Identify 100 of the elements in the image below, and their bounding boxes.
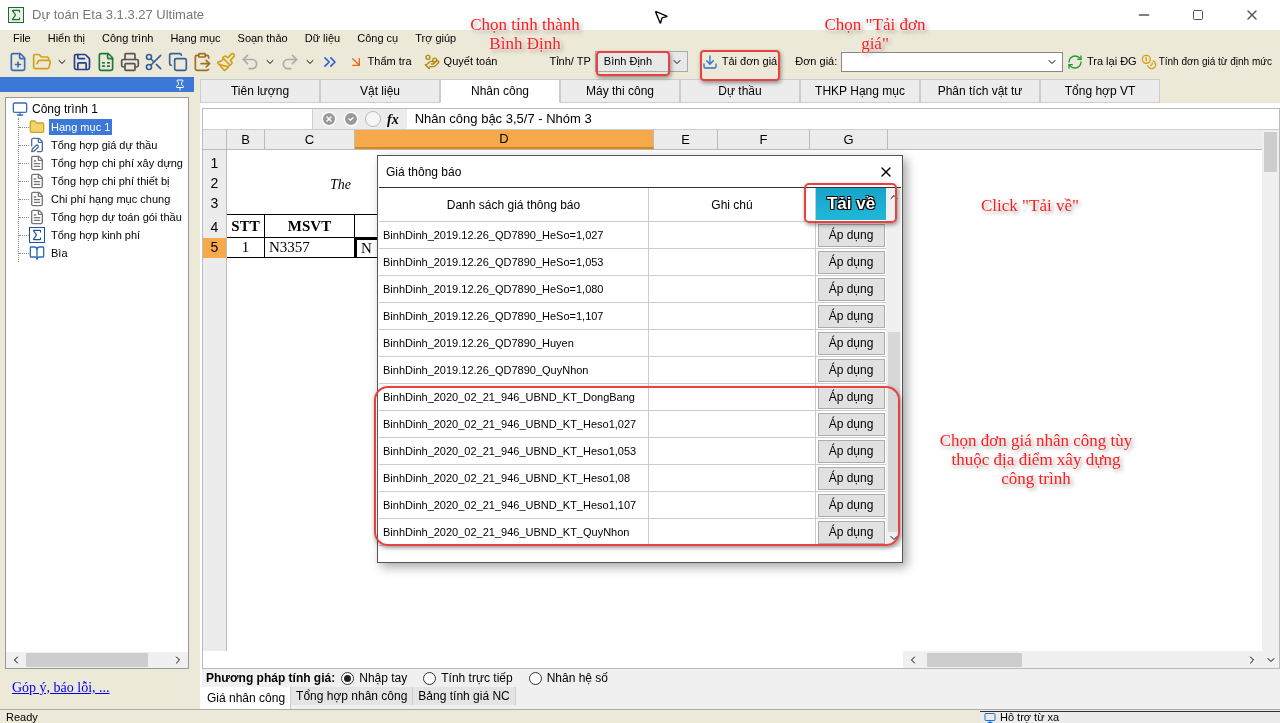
apply-button[interactable]: Áp dụng [817,439,885,463]
tab[interactable]: Dự thầu [680,79,800,103]
row-header[interactable]: 4 [203,214,227,238]
radio-option[interactable]: Nhập tay [341,669,408,687]
coins-icon [1140,53,1157,70]
tab[interactable]: Tổng hợp VT [1040,79,1160,103]
annotation-text: Click "Tải về" [980,196,1080,215]
tree-item[interactable]: Tổng hợp kinh phí [49,226,143,244]
apply-button[interactable]: Áp dụng [817,520,885,544]
apply-button[interactable]: Áp dụng [817,412,885,436]
pin-icon[interactable] [174,78,186,91]
save-icon[interactable] [71,51,92,72]
apply-button[interactable]: Áp dụng [817,304,885,328]
scrollbar-thumb[interactable] [1264,132,1277,172]
apply-button[interactable]: Áp dụng [817,277,885,301]
table-cell: MSVT [265,214,355,238]
menu-item[interactable]: Hạng mục [170,30,221,47]
paste-icon[interactable] [191,51,212,72]
restore-icon[interactable] [1192,9,1204,21]
menu-item[interactable]: Soạn thảo [237,30,288,47]
column-header[interactable]: E [654,130,718,149]
table-cell: BinhDinh_2019.12.26_QD7890_QuyNhon [379,357,649,383]
tab[interactable]: Phân tích vật tư [920,79,1040,103]
spreadsheet-icon[interactable] [95,51,116,72]
function-label[interactable]: fx [387,108,399,130]
column-header[interactable]: D [355,130,654,149]
sheet-tab[interactable]: Bảng tính giá NC [413,687,516,705]
settle-button[interactable]: Quyết toán [419,53,502,70]
apply-button[interactable]: Áp dụng [817,331,885,355]
table-cell: BinhDinh_2019.12.26_QD7890_HeSo=1,107 [379,303,649,329]
table-cell: N3357 [265,238,355,258]
print-icon[interactable] [119,51,140,72]
radio-option[interactable]: Nhân hệ số [528,669,609,687]
row-header[interactable]: 5 [203,238,227,258]
column-header[interactable]: F [718,130,810,149]
row-header[interactable]: 3 [203,194,227,214]
tree-item[interactable]: Chi phí hạng mục chung [49,190,173,208]
vertical-scrollbar[interactable] [1262,130,1279,668]
apply-button[interactable]: Áp dụng [817,358,885,382]
row-header[interactable]: 2 [203,174,227,194]
tree-item[interactable]: Công trình 1 [8,100,188,118]
scrollbar-thumb[interactable] [887,332,900,532]
status-text: Ready [6,711,38,723]
compute-price-button[interactable]: Tính đơn giá từ định mức [1140,53,1272,70]
menu-item[interactable]: Công cụ [357,30,399,47]
price-dropdown[interactable] [841,51,1063,72]
document-icon [29,209,45,225]
menu-item[interactable]: Trợ giúp [415,30,457,47]
scrollbar-thumb[interactable] [927,652,1022,667]
menu-item[interactable]: File [13,30,31,47]
tree-item[interactable]: Hạng mục 1 [49,118,113,136]
tree-item[interactable]: Tổng hợp dự toán gói thầu [49,208,184,226]
reload-price-button[interactable]: Tra lại ĐG [1066,53,1137,70]
column-header[interactable]: G [810,130,888,149]
row-header[interactable]: 1 [203,154,227,174]
table-cell: BinhDinh_2019.12.26_QD7890_HeSo=1,027 [379,222,649,248]
annotation-text: Chọn "Tải đơn giá" [823,15,927,53]
remote-support-button[interactable]: Hỗ trợ từ xa [980,711,1280,723]
check-button[interactable]: Thẩm tra [343,53,416,70]
menu-item[interactable]: Công trình [102,30,154,47]
table-cell: BinhDinh_2020_02_21_946_UBND_KT_Heso1,107 [379,492,649,518]
cancel-icon[interactable] [321,111,337,127]
tree-item[interactable]: Tổng hợp giá dự thầu [49,136,160,154]
menu-item[interactable]: Hiển thị [47,30,86,47]
tree-item[interactable]: Tổng hợp chi phí xây dựng [49,154,185,172]
scrollbar-thumb[interactable] [26,653,148,667]
radio-option[interactable]: Tính trực tiếp [423,669,513,687]
apply-button[interactable]: Áp dụng [817,223,885,247]
tree-item[interactable]: Tổng hợp chi phí thiết bị [49,172,172,190]
copy-icon[interactable] [167,51,188,72]
feedback-link[interactable]: Góp ý, báo lỗi, ... [12,677,110,698]
tab[interactable]: Vật liệu [320,79,440,103]
download-price-button[interactable]: Tải đơn giá [697,53,782,70]
app-icon [8,7,24,23]
mouse-cursor-icon [653,8,669,26]
table-cell: STT [227,214,265,238]
sheet-tab[interactable]: Tổng hợp nhân công [291,687,414,705]
tab[interactable]: Tiên lượng [200,79,320,103]
vertical-scrollbar[interactable] [886,188,901,547]
new-file-icon[interactable] [8,51,28,72]
confirm-icon[interactable] [343,111,359,127]
column-header[interactable]: B [227,130,265,149]
tab[interactable]: Nhân công [440,79,560,103]
apply-button[interactable]: Áp dụng [817,466,885,490]
dialog-title: Giá thông báo [386,163,462,181]
cut-icon[interactable] [143,51,164,72]
open-folder-icon[interactable] [31,51,52,72]
apply-button[interactable]: Áp dụng [817,493,885,517]
brush-icon[interactable] [215,51,236,72]
menu-item[interactable]: Dữ liệu [304,30,341,47]
coins-icon [423,53,440,70]
horizontal-scrollbar[interactable] [6,652,188,668]
tree-item[interactable]: Bìa [49,244,70,262]
tab[interactable]: Máy thi công [560,79,680,103]
formula-field[interactable]: Nhân công bậc 3,5/7 - Nhóm 3 [414,109,592,129]
apply-button[interactable]: Áp dụng [817,250,885,274]
sheet-tab[interactable]: Giá nhân công [202,687,292,709]
download-icon [701,53,718,70]
tab[interactable]: THKP Hạng mục [800,79,920,103]
table-cell: BinhDinh_2019.12.26_QD7890_HeSo=1,053 [379,249,649,275]
